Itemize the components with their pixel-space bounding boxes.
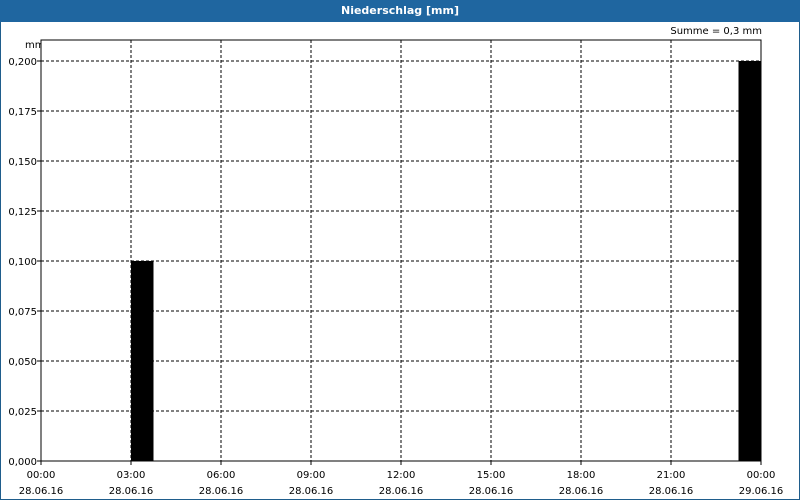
x-tick-label-date: 28.06.16 (559, 486, 604, 497)
y-tick-label: 0,000 (8, 457, 37, 468)
x-tick-label-time: 06:00 (207, 470, 236, 481)
x-tick-label-time: 12:00 (387, 470, 416, 481)
x-tick-label-time: 03:00 (117, 470, 146, 481)
y-tick-label: 0,150 (8, 157, 37, 168)
y-tick-label: 0,175 (8, 107, 37, 118)
x-tick-label-date: 28.06.16 (469, 486, 514, 497)
x-tick-label-date: 28.06.16 (199, 486, 244, 497)
x-tick-label-date: 29.06.16 (739, 486, 784, 497)
x-tick-label-date: 28.06.16 (19, 486, 64, 497)
y-tick-label: 0,050 (8, 357, 37, 368)
x-tick-label-date: 28.06.16 (109, 486, 154, 497)
x-tick-label-time: 00:00 (27, 470, 56, 481)
x-tick-label-date: 28.06.16 (649, 486, 694, 497)
x-tick-label-date: 28.06.16 (289, 486, 334, 497)
x-tick-label-time: 00:00 (747, 470, 776, 481)
y-tick-label: 0,200 (8, 57, 37, 68)
x-tick-label-time: 21:00 (657, 470, 686, 481)
precipitation-bar (131, 261, 154, 461)
chart-plot: 0,000 0,025 0,050 0,075 0,100 0,125 0,150 0,175… (8, 39, 784, 497)
x-tick-label-time: 18:00 (567, 470, 596, 481)
x-tick-label-time: 15:00 (477, 470, 506, 481)
y-tick-label: 0,025 (8, 407, 37, 418)
x-tick-label-time: 09:00 (297, 470, 326, 481)
y-tick-label: 0,075 (8, 307, 37, 318)
y-tick-label: 0,100 (8, 257, 37, 268)
x-tick-label-date: 28.06.16 (379, 486, 424, 497)
y-tick-label: 0,125 (8, 207, 37, 218)
precipitation-bar (738, 61, 761, 461)
